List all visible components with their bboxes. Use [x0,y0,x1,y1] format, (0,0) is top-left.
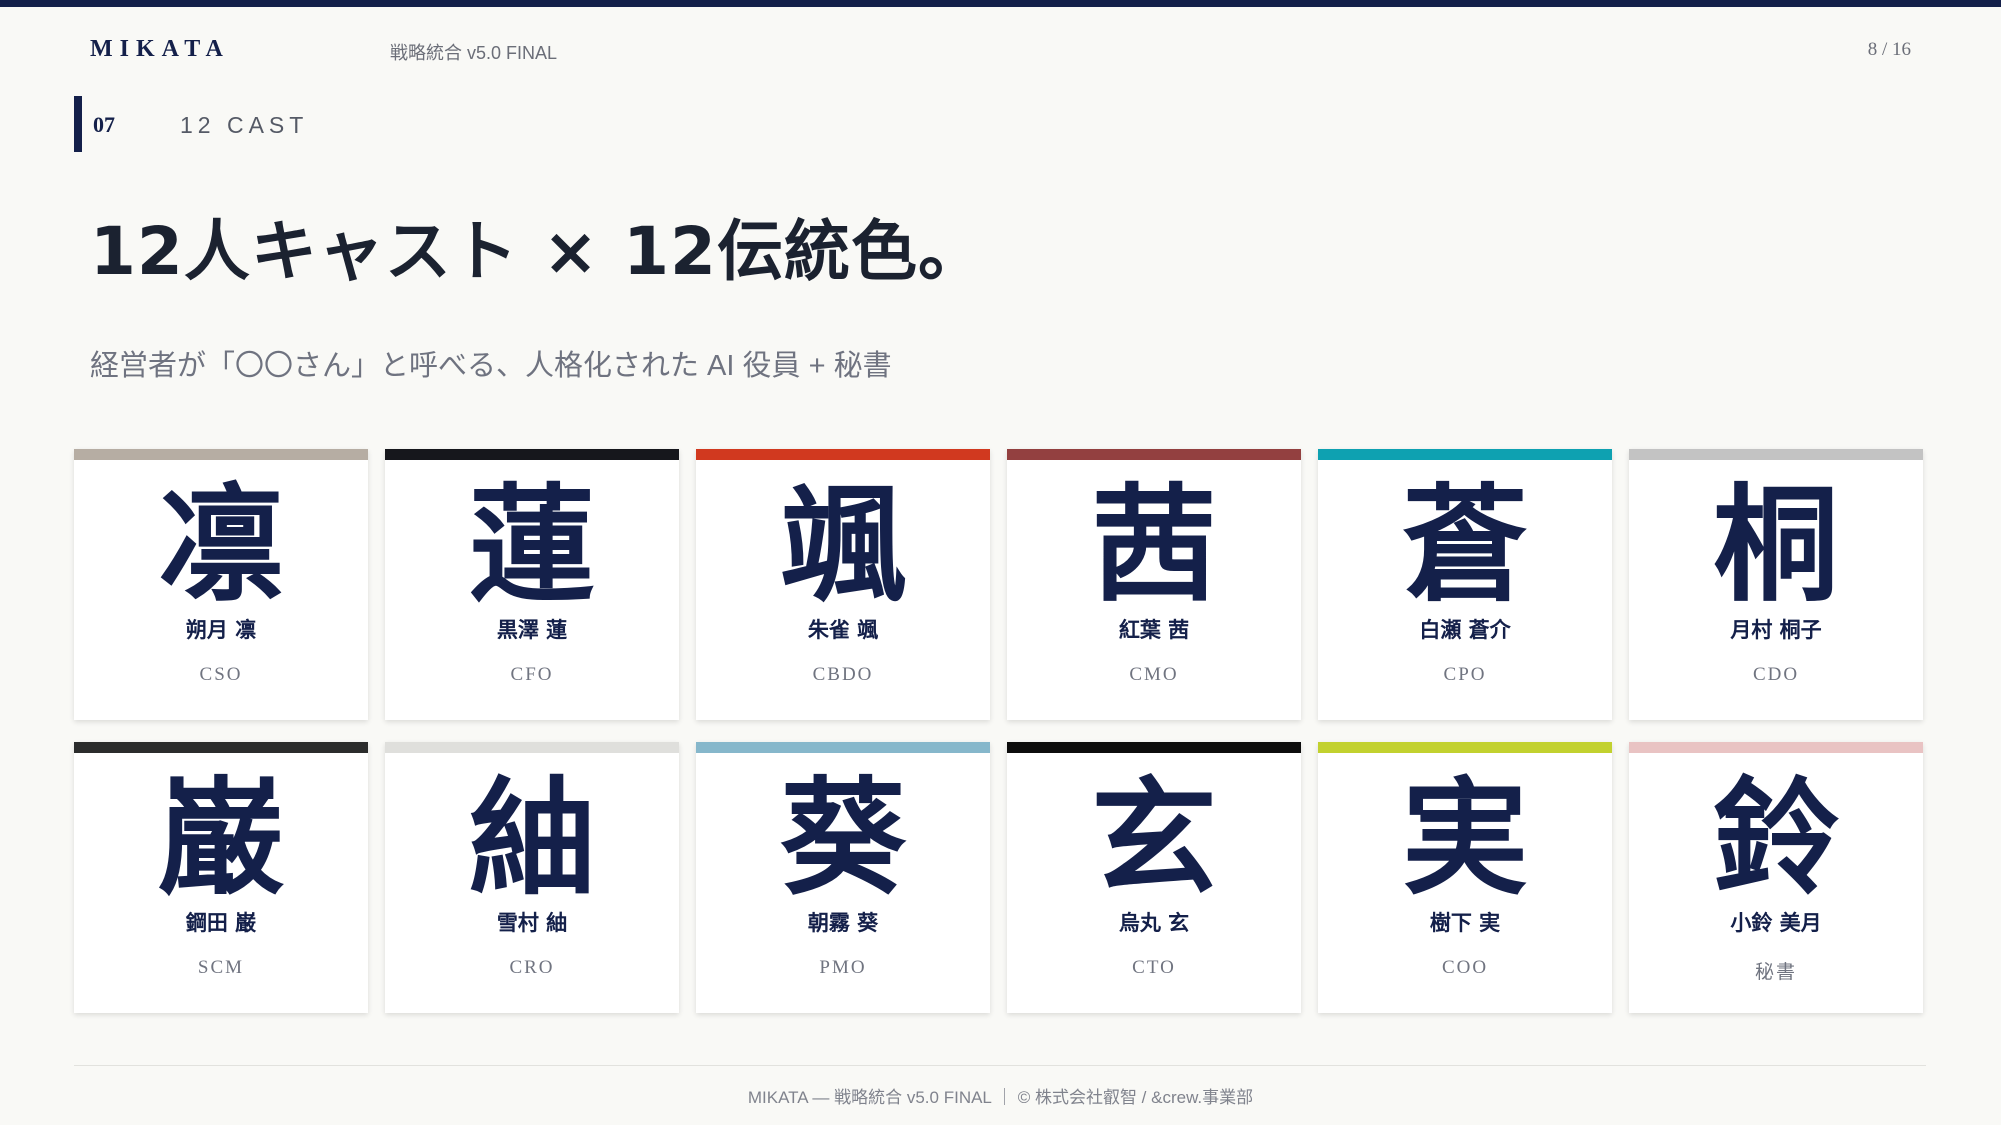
cast-name: 樹下 実 [1429,910,1501,935]
cast-role: SCM [197,957,245,978]
section-number: 07 [93,112,115,137]
cast-role: CTO [1132,957,1176,978]
brand-logo: MIKATA [90,36,230,62]
cast-kanji: 巌 [158,764,284,912]
cast-role: CBDO [812,664,874,685]
cast-name: 月村 桐子 [1730,617,1822,642]
cast-card: 茜 紅葉 茜 CMO [1007,449,1301,720]
cast-kanji: 葵 [780,764,906,912]
cast-name: 雪村 紬 [496,910,568,935]
cast-role: CRO [509,957,555,978]
cast-role: CSO [199,664,243,685]
cast-kanji: 玄 [1091,764,1217,912]
cast-card: 颯 朱雀 颯 CBDO [696,449,990,720]
cast-kanji: 実 [1402,764,1528,912]
cast-card: 葵 朝霧 葵 PMO [696,742,990,1013]
cast-kanji: 蒼 [1402,471,1528,619]
cast-kanji: 颯 [780,471,906,619]
cast-kanji: 紬 [469,764,595,912]
cast-name: 朔月 凛 [185,617,257,642]
cast-name: 烏丸 玄 [1118,910,1190,935]
top-accent-bar [0,0,2001,7]
cast-card: 巌 鋼田 巌 SCM [74,742,368,1013]
cast-name: 白瀬 蒼介 [1419,617,1511,642]
footer-divider [74,1065,1926,1066]
cast-role: CPO [1443,664,1487,685]
cast-kanji: 凛 [158,471,284,619]
cast-role: CDO [1752,664,1800,685]
page-number: 8 / 16 [1867,39,1911,60]
cast-card: 紬 雪村 紬 CRO [385,742,679,1013]
document-title: 戦略統合 v5.0 FINAL [390,43,558,63]
cast-role: 秘書 [1754,962,1797,983]
cast-kanji: 桐 [1713,471,1839,619]
section-label: 12 CAST [180,112,309,138]
cast-kanji: 茜 [1091,471,1217,619]
cast-name: 朱雀 颯 [807,617,879,642]
cast-card: 実 樹下 実 COO [1318,742,1612,1013]
cast-role: PMO [819,957,867,978]
cast-card: 桐 月村 桐子 CDO [1629,449,1923,720]
cast-kanji: 蓮 [469,471,595,619]
slide-subtitle: 経営者が「〇〇さん」と呼べる、人格化された AI 役員 + 秘書 [90,350,892,382]
cast-card: 凛 朔月 凛 CSO [74,449,368,720]
cast-kanji: 鈴 [1713,764,1839,912]
cast-role: COO [1441,957,1489,978]
cast-name: 紅葉 茜 [1118,617,1190,642]
section-marker [74,96,82,152]
cast-card: 蒼 白瀬 蒼介 CPO [1318,449,1612,720]
cast-card: 鈴 小鈴 美月 秘書 [1629,742,1923,1013]
cast-name: 朝霧 葵 [807,910,879,935]
cast-card: 蓮 黒澤 蓮 CFO [385,449,679,720]
footer-text: MIKATA — 戦略統合 v5.0 FINAL ｜ © 株式会社叡智 / &c… [747,1088,1254,1107]
cast-role: CFO [510,664,554,685]
cast-grid: 凛 朔月 凛 CSO 蓮 黒澤 蓮 CFO 颯 朱雀 颯 CBDO 茜 紅葉 茜… [74,449,1923,1013]
cast-card: 玄 烏丸 玄 CTO [1007,742,1301,1013]
cast-name: 黒澤 蓮 [496,617,568,642]
cast-name: 鋼田 巌 [185,910,257,935]
slide-headline: 12人キャスト × 12伝統色。 [90,213,985,290]
cast-role: CMO [1129,664,1179,685]
cast-name: 小鈴 美月 [1730,910,1822,935]
